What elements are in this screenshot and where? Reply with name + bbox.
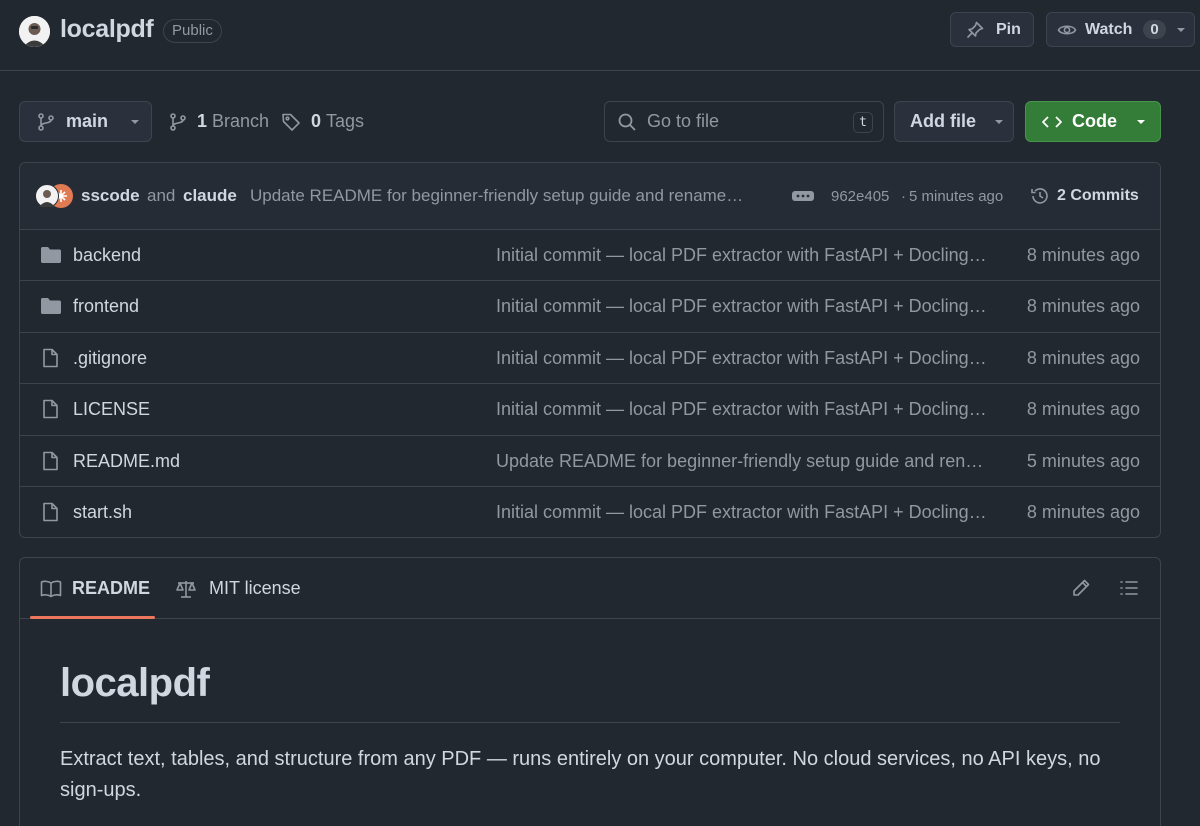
pin-label: Pin: [996, 20, 1021, 38]
code-button[interactable]: Code: [1025, 101, 1161, 142]
file-row[interactable]: README.md Update README for beginner-frie…: [20, 436, 1160, 487]
law-icon: [175, 579, 197, 599]
branches-label: Branch: [212, 111, 270, 131]
latest-commit-bar: sscode and claude Update README for begi…: [20, 163, 1160, 230]
chevron-down-icon: [1134, 115, 1148, 129]
tab-readme[interactable]: README: [40, 558, 150, 619]
watch-count: 0: [1143, 20, 1166, 39]
file-row[interactable]: start.sh Initial commit — local PDF extra…: [20, 487, 1160, 537]
header-divider: [0, 70, 1200, 71]
file-commit-message[interactable]: Initial commit — local PDF extractor wit…: [496, 245, 990, 266]
watch-label: Watch: [1085, 20, 1133, 38]
search-placeholder: Go to file: [647, 111, 720, 131]
file-commit-message[interactable]: Initial commit — local PDF extractor wit…: [496, 399, 990, 420]
file-row[interactable]: LICENSE Initial commit — local PDF extrac…: [20, 384, 1160, 436]
chevron-down-icon: [992, 115, 1006, 129]
readme-title: localpdf: [60, 661, 210, 705]
author-avatar[interactable]: [35, 184, 59, 208]
search-icon: [617, 112, 637, 132]
file-table: sscode and claude Update README for begi…: [19, 162, 1161, 538]
list-icon: [1119, 578, 1139, 598]
file-commit-message[interactable]: Initial commit — local PDF extractor wit…: [496, 348, 990, 369]
file-commit-message[interactable]: Initial commit — local PDF extractor wit…: [496, 502, 990, 523]
watch-button[interactable]: Watch 0: [1046, 12, 1195, 47]
active-tab-underline: [30, 616, 155, 619]
file-commit-time: 8 minutes ago: [1026, 399, 1140, 420]
branch-icon: [36, 112, 56, 132]
tab-license[interactable]: MIT license: [175, 558, 301, 619]
file-commit-message[interactable]: Update README for beginner-friendly setu…: [496, 451, 990, 472]
tags-link[interactable]: 0 Tags: [281, 101, 364, 142]
commit-hash[interactable]: 962e405: [831, 188, 889, 205]
pin-button[interactable]: Pin: [950, 12, 1034, 47]
owner-avatar[interactable]: [19, 16, 50, 47]
commit-message[interactable]: Update README for beginner-friendly setu…: [250, 186, 780, 206]
commit-author-joiner: and: [147, 186, 176, 205]
tags-count: 0: [311, 111, 322, 131]
branch-selector[interactable]: main: [19, 101, 152, 142]
file-icon: [40, 451, 62, 471]
file-row[interactable]: backend Initial commit — local PDF extrac…: [20, 230, 1160, 282]
readme-tabs: README MIT license: [20, 558, 1160, 619]
readme-title-rule: [60, 722, 1120, 723]
code-icon: [1041, 112, 1063, 132]
folder-icon: [40, 296, 62, 316]
add-file-button[interactable]: Add file: [894, 101, 1014, 142]
file-name[interactable]: start.sh: [73, 502, 132, 523]
branch-name: main: [66, 111, 109, 131]
file-icon: [40, 399, 62, 419]
file-name[interactable]: LICENSE: [73, 399, 150, 420]
commits-link[interactable]: 2 Commits: [1057, 187, 1139, 205]
tab-license-label: MIT license: [209, 578, 301, 598]
repo-name[interactable]: localpdf: [60, 15, 154, 44]
ellipsis-icon[interactable]: [792, 188, 814, 204]
chevron-down-icon: [128, 115, 142, 129]
add-file-label: Add file: [910, 111, 976, 131]
file-icon: [40, 502, 62, 522]
search-shortcut: t: [853, 112, 873, 133]
file-commit-time: 5 minutes ago: [1026, 450, 1140, 471]
book-icon: [40, 579, 62, 599]
readme-description: Extract text, tables, and structure from…: [60, 748, 1101, 801]
file-icon: [40, 348, 62, 368]
visibility-badge: Public: [163, 19, 222, 43]
tab-readme-label: README: [72, 578, 151, 598]
file-commit-message[interactable]: Initial commit — local PDF extractor wit…: [496, 296, 990, 317]
commit-meta-separator: ·: [901, 188, 906, 205]
go-to-file-search[interactable]: Go to file t: [604, 101, 884, 142]
file-name[interactable]: backend: [73, 245, 141, 266]
eye-icon: [1057, 20, 1077, 40]
file-commit-time: 8 minutes ago: [1026, 296, 1140, 317]
chevron-down-icon: [1174, 23, 1188, 37]
tags-label: Tags: [326, 111, 365, 131]
code-label: Code: [1072, 111, 1117, 131]
outline-button[interactable]: [1113, 572, 1145, 604]
branch-icon: [168, 112, 188, 132]
commit-time: 5 minutes ago: [909, 188, 1004, 205]
file-name[interactable]: frontend: [73, 296, 139, 317]
folder-icon: [40, 245, 62, 265]
tag-icon: [281, 112, 301, 132]
file-commit-time: 8 minutes ago: [1026, 245, 1140, 265]
pencil-icon: [1071, 578, 1091, 598]
file-row[interactable]: .gitignore Initial commit — local PDF ext…: [20, 333, 1160, 385]
branches-link[interactable]: 1 Branch: [168, 101, 269, 142]
pin-icon: [965, 20, 985, 40]
file-name[interactable]: .gitignore: [73, 348, 147, 369]
commit-author-2[interactable]: claude: [183, 186, 237, 206]
file-commit-time: 8 minutes ago: [1026, 347, 1140, 368]
edit-readme-button[interactable]: [1065, 572, 1097, 604]
file-name[interactable]: README.md: [73, 451, 180, 472]
readme-panel: README MIT license localpdf Extract text…: [19, 557, 1161, 826]
file-commit-time: 8 minutes ago: [1026, 501, 1140, 522]
history-icon: [1030, 186, 1050, 206]
branches-count: 1: [197, 111, 208, 131]
commit-author-1[interactable]: sscode: [81, 186, 140, 206]
file-row[interactable]: frontend Initial commit — local PDF extra…: [20, 281, 1160, 333]
